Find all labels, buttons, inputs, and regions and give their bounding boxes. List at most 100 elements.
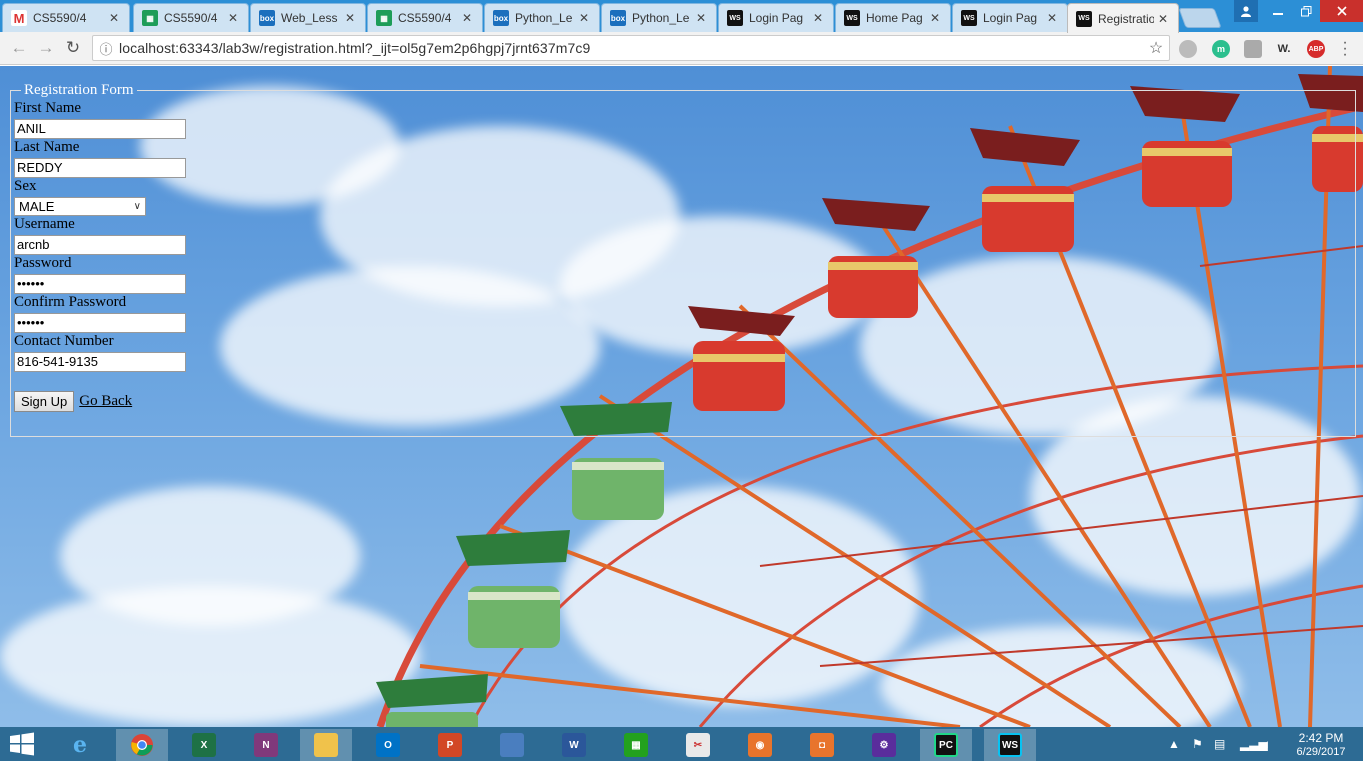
close-icon[interactable]: ✕ [462, 11, 474, 25]
powerpoint-icon[interactable]: P [424, 729, 476, 761]
tab-title: Login Pag [749, 11, 804, 25]
close-window-icon[interactable] [1320, 0, 1363, 22]
confirm-password-input[interactable]: •••••• [14, 313, 186, 333]
confirm-password-label: Confirm Password [14, 294, 127, 310]
close-icon[interactable]: ✕ [696, 11, 708, 25]
registration-form: First Name ANIL Last Name REDDY Sex MALE… [14, 100, 314, 412]
snipping-tool-icon[interactable]: ✂ [672, 729, 724, 761]
onenote-icon[interactable]: N [240, 729, 292, 761]
sheets-icon: ▦ [142, 10, 158, 26]
tab-strip: M CS5590/4 ✕ ▦ CS5590/4 ✕ box Web_Less ✕… [0, 0, 1363, 33]
camera-icon[interactable]: ◘ [796, 729, 848, 761]
box-icon: box [493, 10, 509, 26]
internet-explorer-icon[interactable]: e [54, 729, 106, 761]
windows-start-icon[interactable] [8, 732, 36, 756]
restore-icon[interactable] [1292, 0, 1320, 22]
clock-time: 2:42 PM [1298, 731, 1344, 745]
box-icon: box [259, 10, 275, 26]
profile-ext-icon[interactable] [1179, 40, 1197, 58]
chrome-icon[interactable] [116, 729, 168, 761]
reload-icon[interactable]: ↻ [62, 37, 84, 59]
tray-chevron-icon[interactable]: ▲ [1168, 727, 1180, 761]
sign-up-button[interactable]: Sign Up [14, 391, 75, 412]
password-label: Password [14, 255, 72, 271]
tab-gmail[interactable]: M CS5590/4 ✕ [2, 3, 130, 32]
username-input[interactable]: arcnb [14, 235, 186, 255]
sex-select[interactable]: MALE ∨ [14, 197, 146, 216]
ext-label: ABP [1308, 45, 1324, 53]
puzzle-ext-icon[interactable] [1244, 40, 1262, 58]
tab-registration[interactable]: WS Registratio ✕ [1067, 3, 1179, 33]
tab-sheets-2[interactable]: ▦ CS5590/4 ✕ [367, 3, 483, 32]
back-arrow-icon[interactable]: ← [8, 37, 30, 59]
word-icon[interactable]: W [548, 729, 600, 761]
page-viewport: Registration Form First Name ANIL Last N… [0, 66, 1363, 727]
password-input[interactable]: •••••• [14, 274, 186, 294]
m-ext-icon[interactable]: m [1212, 40, 1230, 58]
last-name-input[interactable]: REDDY [14, 158, 186, 178]
close-icon[interactable]: ✕ [930, 11, 942, 25]
close-icon[interactable]: ✕ [813, 11, 825, 25]
gondola [376, 674, 488, 727]
tab-login-1[interactable]: WS Login Pag ✕ [718, 3, 834, 32]
webstorm-icon: WS [727, 10, 743, 26]
network-icon[interactable]: ▤ [1214, 727, 1225, 761]
tab-home[interactable]: WS Home Pag ✕ [835, 3, 951, 32]
file-explorer-icon[interactable] [300, 729, 352, 761]
system-clock[interactable]: 2:42 PM 6/29/2017 [1286, 731, 1356, 759]
gondola [456, 530, 570, 648]
new-tab-button[interactable] [1178, 8, 1222, 28]
go-back-link[interactable]: Go Back [79, 393, 132, 410]
gmail-icon: M [11, 10, 27, 26]
webstorm-icon: WS [961, 10, 977, 26]
sheets-icon: ▦ [376, 10, 392, 26]
flag-icon[interactable]: ⚑ [1192, 727, 1203, 761]
clock-date: 6/29/2017 [1296, 746, 1346, 758]
last-name-label: Last Name [14, 139, 80, 155]
outlook-icon[interactable]: O [362, 729, 414, 761]
menu-icon[interactable]: · · · [1340, 35, 1350, 63]
tab-title: Home Pag [866, 11, 923, 25]
tab-box-python-2[interactable]: box Python_Le ✕ [601, 3, 717, 32]
remote-desktop-icon[interactable] [486, 729, 538, 761]
address-bar[interactable]: ⓘ localhost:63343/lab3w/registration.htm… [92, 35, 1170, 61]
abp-ext-icon[interactable]: ABP [1307, 40, 1325, 58]
close-icon[interactable]: ✕ [579, 11, 591, 25]
tab-title: Web_Less [281, 11, 338, 25]
project-icon[interactable]: ▦ [610, 729, 662, 761]
close-icon[interactable]: ✕ [1158, 12, 1170, 26]
close-icon[interactable]: ✕ [228, 11, 240, 25]
screen-recorder-icon[interactable]: ◉ [734, 729, 786, 761]
close-icon[interactable]: ✕ [109, 11, 121, 25]
ext-label: W. [1277, 43, 1291, 55]
ext-label: m [1216, 44, 1225, 54]
close-icon[interactable]: ✕ [1047, 11, 1059, 25]
user-icon[interactable] [1234, 0, 1258, 22]
tab-title: Python_Le [515, 11, 573, 25]
minimize-icon[interactable] [1264, 0, 1292, 22]
excel-icon[interactable]: X [178, 729, 230, 761]
contact-number-input[interactable]: 816-541-9135 [14, 352, 186, 372]
w-ext-icon[interactable]: W. [1275, 40, 1293, 58]
pycharm-icon[interactable]: PC [920, 729, 972, 761]
tab-box-python-1[interactable]: box Python_Le ✕ [484, 3, 600, 32]
first-name-input[interactable]: ANIL [14, 119, 186, 139]
bookmark-star-icon[interactable]: ☆ [1143, 38, 1169, 58]
forward-arrow-icon[interactable]: → [35, 37, 57, 59]
volume-icon[interactable]: 🔈︎ [1264, 727, 1271, 761]
sex-selected-value: MALE [19, 199, 55, 214]
tab-title: Python_Le [632, 11, 690, 25]
tab-sheets-1[interactable]: ▦ CS5590/4 ✕ [133, 3, 249, 32]
first-name-label: First Name [14, 100, 82, 116]
box-icon: box [610, 10, 626, 26]
chevron-down-icon: ∨ [133, 201, 141, 212]
webstorm-taskbar-icon[interactable]: WS [984, 729, 1036, 761]
close-icon[interactable]: ✕ [345, 11, 357, 25]
url-text[interactable]: localhost:63343/lab3w/registration.html?… [119, 40, 1143, 56]
settings-gear-icon[interactable]: ⚙ [858, 729, 910, 761]
sex-label: Sex [14, 178, 37, 194]
info-icon[interactable]: ⓘ [93, 39, 119, 58]
tab-box-web[interactable]: box Web_Less ✕ [250, 3, 366, 32]
tab-login-2[interactable]: WS Login Pag ✕ [952, 3, 1068, 32]
contact-number-label: Contact Number [14, 333, 114, 349]
